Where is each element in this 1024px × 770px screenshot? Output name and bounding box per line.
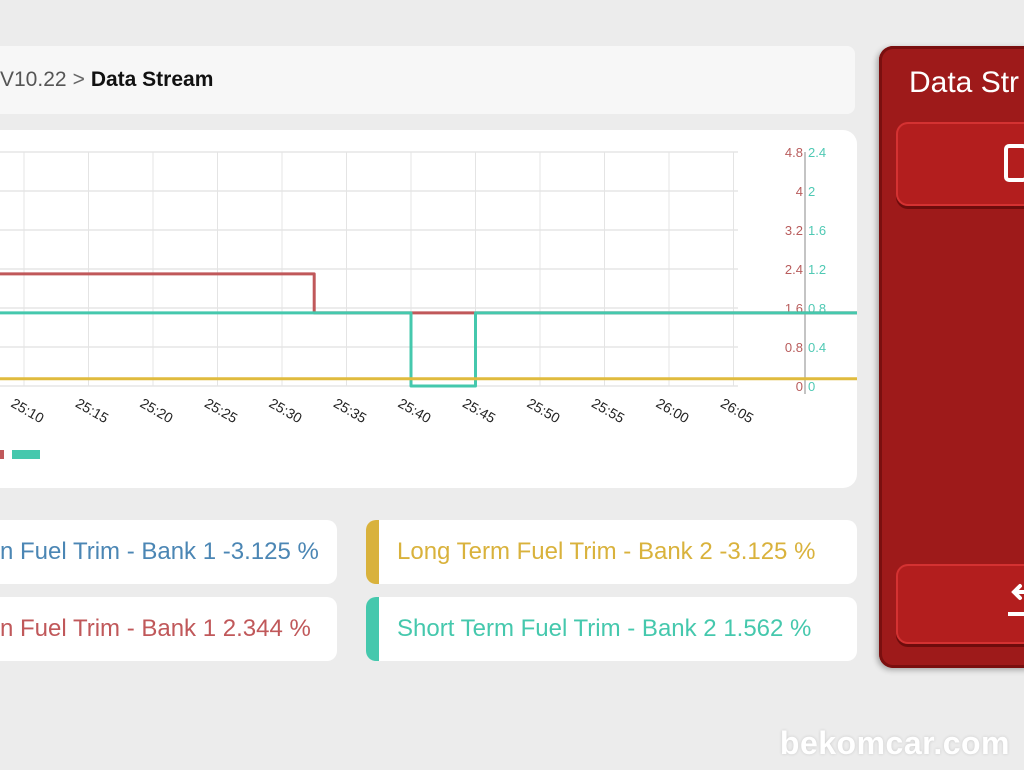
value-card-stft-bank2[interactable]: Short Term Fuel Trim - Bank 2 1.562 % xyxy=(366,597,857,661)
y-tick-label-inner: 3.2 xyxy=(785,223,803,238)
y-tick-label-inner: 0 xyxy=(796,379,803,394)
y-tick-label-outer: 2 xyxy=(808,184,815,199)
breadcrumb-current: Data Stream xyxy=(90,68,214,91)
value-text-stft-bank1: n Fuel Trim - Bank 1 2.344 % xyxy=(0,615,311,642)
series-line-0 xyxy=(0,272,857,315)
x-tick-label: 25:55 xyxy=(589,395,628,426)
x-tick-label: 25:45 xyxy=(460,395,499,426)
y-tick-label-outer: 1.6 xyxy=(808,223,826,238)
side-exit-button[interactable] xyxy=(896,564,1024,644)
legend-swatch-red xyxy=(0,450,4,459)
x-tick-label: 25:30 xyxy=(267,395,306,426)
value-color-bar xyxy=(366,597,379,661)
x-tick-label: 25:20 xyxy=(138,395,177,426)
y-tick-label-inner: 2.4 xyxy=(785,262,803,277)
y-tick-label-outer: 0.4 xyxy=(808,340,826,355)
exit-arrow-icon xyxy=(1004,578,1024,624)
value-text-ltft-bank1: n Fuel Trim - Bank 1 -3.125 % xyxy=(0,538,319,565)
value-color-bar xyxy=(366,520,379,584)
y-tick-label-outer: 1.2 xyxy=(808,262,826,277)
chart-card: 4.8 4 3.2 2.4 1.6 0.8 0 2.4 2 1.6 1.2 0.8 0.4 0 25:10 2… xyxy=(0,130,857,488)
breadcrumb-separator: > xyxy=(72,68,85,91)
legend-swatch-teal xyxy=(12,450,40,459)
y-tick-label-inner: 4 xyxy=(796,184,803,199)
square-icon xyxy=(1004,144,1024,182)
x-tick-label: 25:15 xyxy=(73,395,112,426)
value-card-ltft-bank1[interactable]: n Fuel Trim - Bank 1 -3.125 % xyxy=(0,520,337,584)
value-text-stft-bank2: Short Term Fuel Trim - Bank 2 1.562 % xyxy=(397,615,812,642)
side-panel-title: Data Str xyxy=(909,66,1020,99)
value-card-ltft-bank2[interactable]: Long Term Fuel Trim - Bank 2 -3.125 % xyxy=(366,520,857,584)
side-panel: Data Str xyxy=(879,46,1024,668)
y-tick-label-outer: 2.4 xyxy=(808,145,826,160)
x-tick-label: 25:10 xyxy=(9,395,48,426)
value-text-ltft-bank2: Long Term Fuel Trim - Bank 2 -3.125 % xyxy=(397,538,816,565)
x-tick-label: 25:25 xyxy=(202,395,241,426)
watermark: bekomcar.com xyxy=(779,725,1010,761)
x-tick-label: 25:50 xyxy=(525,395,564,426)
y-tick-label-inner: 4.8 xyxy=(785,145,803,160)
breadcrumb-prev[interactable]: V10.22 xyxy=(0,68,67,92)
y-tick-label-outer: 0 xyxy=(808,379,815,394)
x-tick-label: 26:00 xyxy=(654,395,693,426)
y-tick-label-inner: 0.8 xyxy=(785,340,803,355)
data-stream-chart: 4.843.22.41.60.802.421.61.20.80.4025:10 2… xyxy=(0,145,857,426)
x-tick-label: 25:35 xyxy=(331,395,370,426)
value-card-stft-bank1[interactable]: n Fuel Trim - Bank 1 2.344 % xyxy=(0,597,337,661)
x-tick-label: 26:05 xyxy=(718,395,757,426)
x-tick-label: 25:40 xyxy=(396,395,435,426)
breadcrumb: V10.22 > Data Stream xyxy=(0,46,855,114)
side-top-button[interactable] xyxy=(896,122,1024,206)
